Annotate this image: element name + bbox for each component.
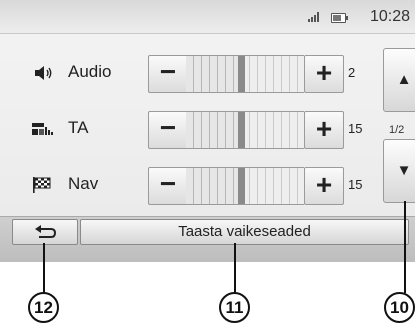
- audio-settings-screen: 10:28 Audio − + 2 TA − + 15 Nav − + 15 ▲…: [0, 0, 415, 262]
- row-label-audio: Audio: [68, 62, 112, 81]
- nav-volume-knob[interactable]: [238, 168, 245, 204]
- row-label-ta: TA: [68, 118, 89, 137]
- audio-volume-slider[interactable]: [186, 55, 304, 93]
- nav-increase-button[interactable]: +: [304, 167, 344, 205]
- scroll-down-button[interactable]: ▼: [383, 139, 415, 203]
- nav-volume-fill: [186, 168, 245, 204]
- restore-defaults-button[interactable]: Taasta vaikeseaded: [80, 219, 409, 245]
- audio-volume-fill: [186, 56, 245, 92]
- ta-volume-slider[interactable]: [186, 111, 304, 149]
- callout-12-line: [43, 243, 45, 293]
- speaker-icon: [35, 66, 52, 80]
- ta-volume-knob[interactable]: [238, 112, 245, 148]
- checkered-flag-icon: [33, 177, 51, 193]
- signal-strength-icon: [308, 12, 322, 22]
- nav-decrease-button[interactable]: −: [148, 167, 188, 205]
- scroll-up-button[interactable]: ▲: [383, 48, 415, 112]
- audio-decrease-button[interactable]: −: [148, 55, 188, 93]
- battery-icon: [331, 13, 348, 23]
- nav-volume-value: 15: [348, 177, 363, 192]
- callout-11: 11: [219, 292, 250, 323]
- ta-volume-value: 15: [348, 121, 363, 136]
- row-label-nav: Nav: [68, 174, 99, 193]
- traffic-info-icon: [32, 123, 53, 135]
- ta-increase-button[interactable]: +: [304, 111, 344, 149]
- back-arrow-icon: [35, 225, 57, 238]
- audio-volume-knob[interactable]: [238, 56, 245, 92]
- ta-volume-fill: [186, 112, 245, 148]
- volume-row-nav: Nav − + 15: [0, 165, 395, 205]
- callout-10-line: [404, 201, 406, 293]
- audio-increase-button[interactable]: +: [304, 55, 344, 93]
- callout-12: 12: [28, 292, 59, 323]
- status-bar: 10:28: [0, 0, 415, 34]
- volume-row-ta: TA − + 15: [0, 109, 395, 149]
- volume-row-audio: Audio − + 2: [0, 53, 395, 93]
- nav-volume-slider[interactable]: [186, 167, 304, 205]
- callout-11-line: [234, 243, 236, 293]
- back-button[interactable]: [12, 219, 78, 245]
- ta-decrease-button[interactable]: −: [148, 111, 188, 149]
- callout-10: 10: [384, 292, 415, 323]
- page-indicator: 1/2: [389, 124, 405, 136]
- audio-volume-value: 2: [348, 65, 356, 80]
- clock: 10:28: [370, 8, 411, 25]
